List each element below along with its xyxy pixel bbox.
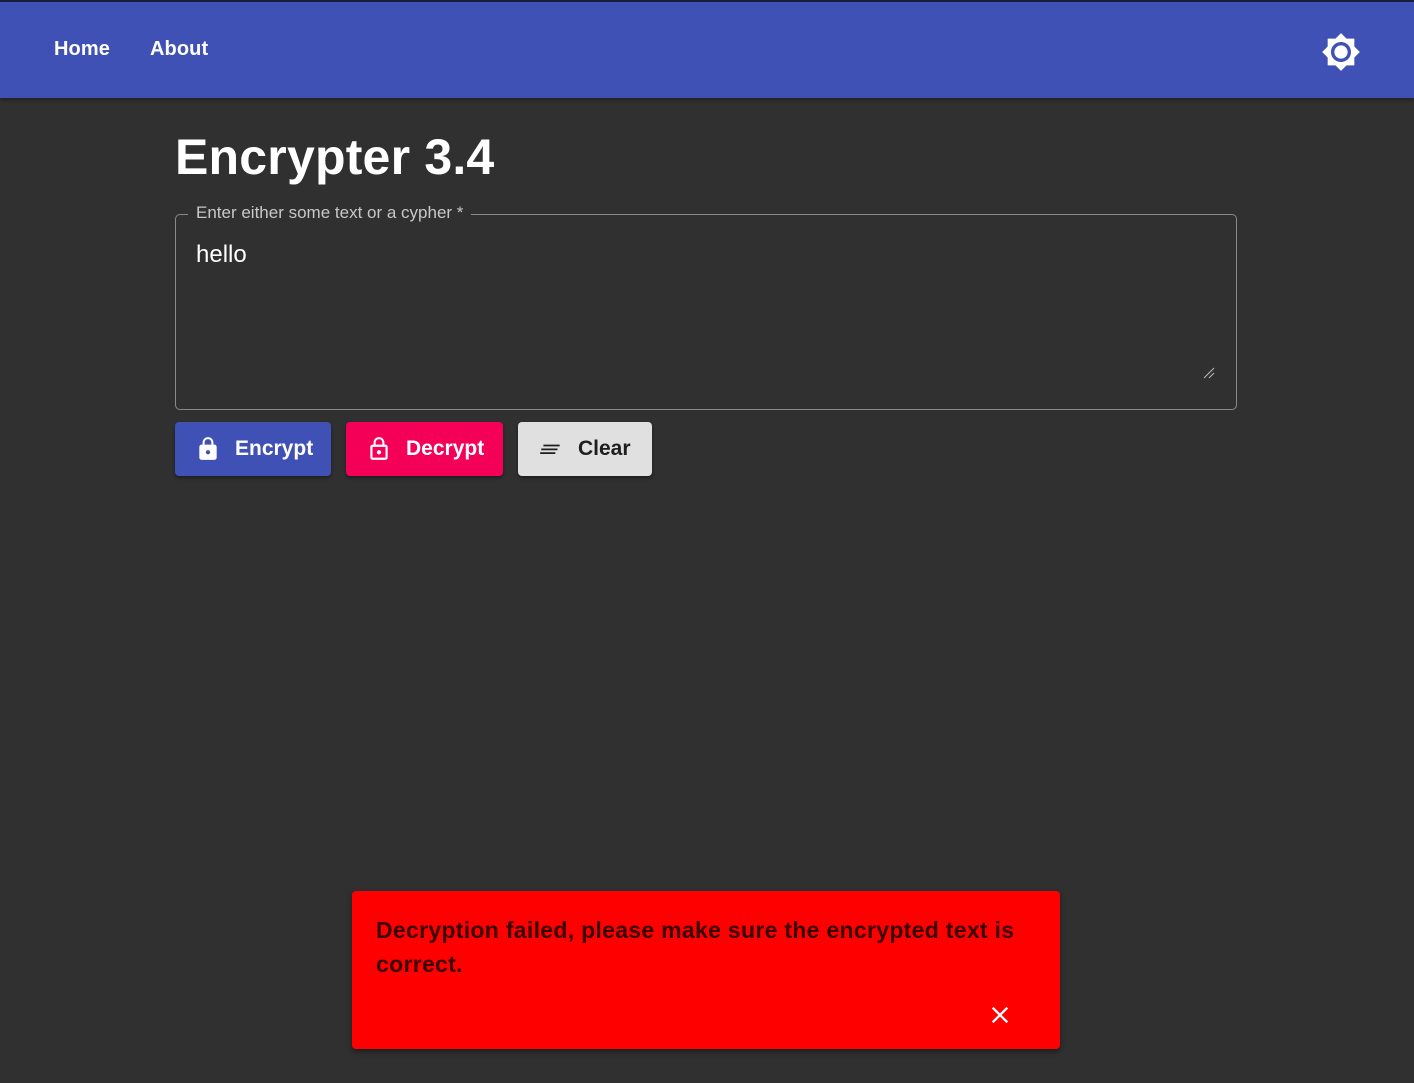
brightness-icon xyxy=(1322,33,1360,71)
close-icon xyxy=(991,1006,1009,1024)
resize-handle-icon[interactable] xyxy=(1203,367,1215,379)
encrypt-label: Encrypt xyxy=(235,437,314,460)
text-input-field: Enter either some text or a cypher * hel… xyxy=(175,203,1237,410)
nav-about-link[interactable]: About xyxy=(150,38,208,61)
clear-label: Clear xyxy=(578,437,631,460)
decrypt-label: Decrypt xyxy=(406,437,485,460)
clear-button[interactable]: Clear xyxy=(518,422,652,476)
snackbar-close-button[interactable] xyxy=(986,1001,1014,1029)
app-bar: Home About xyxy=(0,0,1414,98)
page-title: Encrypter 3.4 xyxy=(175,129,495,185)
nav-home-link[interactable]: Home xyxy=(54,38,110,61)
snackbar-message: Decryption failed, please make sure the … xyxy=(376,917,1015,977)
lines-icon xyxy=(540,444,560,454)
lock-open-icon xyxy=(370,437,388,460)
error-snackbar: Decryption failed, please make sure the … xyxy=(352,891,1060,1049)
cypher-textarea[interactable]: hello xyxy=(196,241,1216,381)
decrypt-button[interactable]: Decrypt xyxy=(346,422,503,476)
encrypt-button[interactable]: Encrypt xyxy=(175,422,331,476)
input-label: Enter either some text or a cypher * xyxy=(188,203,472,223)
theme-toggle-button[interactable] xyxy=(1321,32,1361,72)
lock-icon xyxy=(199,437,217,460)
